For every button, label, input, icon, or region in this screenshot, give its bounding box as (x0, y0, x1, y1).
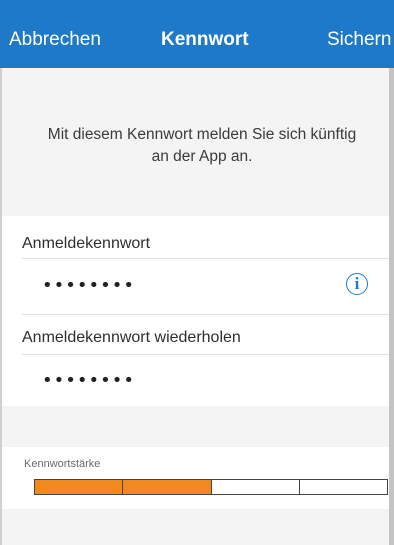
page-title: Kennwort (161, 29, 249, 50)
info-message-line-2: an der App an. (151, 148, 253, 165)
frame-edge (0, 68, 2, 545)
info-icon[interactable]: i (346, 273, 368, 295)
divider (22, 258, 394, 259)
divider (22, 314, 394, 315)
info-message-line-1: Mit diesem Kennwort melden Sie sich künf… (47, 126, 357, 143)
strength-segment (211, 480, 300, 494)
navigation-bar: Abbrechen Kennwort Sichern (0, 0, 394, 68)
password-repeat-label: Anmeldekennwort wiederholen (22, 329, 241, 346)
strength-label: Kennwortstärke (24, 458, 101, 470)
password-repeat-field[interactable]: •••••••• (42, 370, 135, 391)
cancel-button[interactable]: Abbrechen (9, 28, 101, 52)
password-group (0, 216, 394, 314)
password-repeat-group (0, 314, 394, 406)
info-message: Mit diesem Kennwort melden Sie sich künf… (20, 124, 384, 168)
strength-segment (123, 480, 212, 494)
password-label: Anmeldekennwort (22, 235, 151, 252)
password-screen: Abbrechen Kennwort Sichern Mit diesem Ke… (0, 0, 394, 545)
frame-edge (389, 68, 394, 545)
divider (22, 354, 394, 355)
strength-segment (35, 480, 124, 494)
save-button[interactable]: Sichern (327, 28, 391, 52)
strength-meter (34, 479, 388, 495)
password-field[interactable]: •••••••• (42, 275, 135, 296)
strength-section (0, 447, 394, 509)
strength-segment (299, 480, 387, 494)
